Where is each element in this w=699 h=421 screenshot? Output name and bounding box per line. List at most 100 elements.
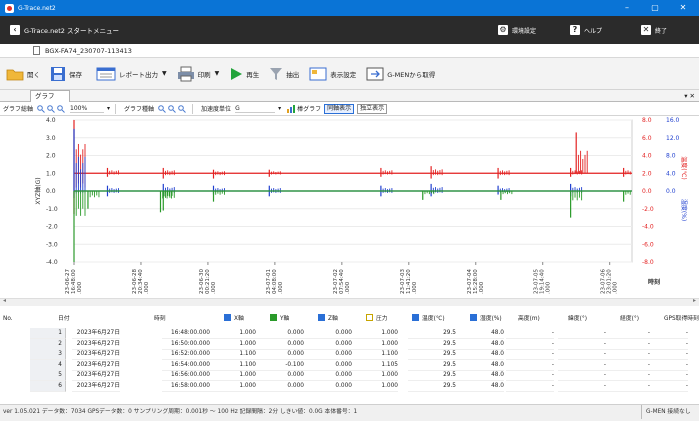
table-cell: 1.000: [350, 381, 398, 392]
table-row[interactable]: 4 2023年6月27日 16:54:00.000 1.100 -0.100 0.000 1…: [0, 359, 699, 371]
gmen-import-icon: [366, 67, 384, 80]
acceleration-chart[interactable]: 4.0 3.0 2.0 1.0 0.0 -1.0 -2.0 -3.0 -4.0 XYZ軸(G) 8.…: [0, 116, 699, 298]
table-row[interactable]: 1 2023年6月27日 16:48:00.000 1.000 0.000 0.000 1.…: [0, 328, 699, 339]
bar-graph-icon: [287, 104, 296, 113]
cell-text: 5: [58, 372, 62, 378]
table-row[interactable]: 5 2023年6月27日 16:56:00.000 1.000 0.000 0.000 1.…: [0, 370, 699, 381]
settings-label: 環境設定: [512, 27, 537, 35]
scroll-left-icon[interactable]: ◂: [3, 297, 6, 304]
exit-button[interactable]: ✕ 終了: [641, 16, 667, 44]
cell-text: 湿度(%): [480, 316, 502, 322]
series-checkbox[interactable]: [318, 314, 325, 321]
table-cell: 48.0: [456, 339, 504, 350]
zoom-reset-icon[interactable]: [57, 104, 65, 113]
table-row[interactable]: 2 2023年6月27日 16:50:00.000 1.000 0.000 0.000 1.…: [0, 338, 699, 350]
save-button[interactable]: 保存: [46, 62, 86, 86]
report-output-button[interactable]: レポート出力 ▼: [92, 62, 171, 86]
cell-text: -: [685, 330, 688, 336]
cell-text: 16:56:00.000: [171, 372, 210, 378]
file-tab[interactable]: BGX-FA74_230707-113413: [0, 44, 699, 58]
zoom-in-icon[interactable]: [37, 104, 45, 113]
tab-graph[interactable]: グラフ: [30, 90, 70, 102]
series-checkbox[interactable]: [412, 314, 419, 321]
y-left-tick-label: -2.0: [46, 224, 58, 231]
table-cell: 16:48:00.000: [162, 328, 210, 339]
cell-text: -: [685, 372, 688, 378]
breadcrumb[interactable]: G-Trace.net2 スタートメニュー: [24, 25, 119, 35]
cell-text: 29.5: [443, 340, 456, 347]
sync-display-button[interactable]: 同軸表示: [324, 103, 355, 114]
window-title: G-Trace.net2: [18, 4, 56, 12]
cell-text: 48.0: [491, 372, 504, 378]
column-header: 圧力: [366, 314, 388, 325]
table-cell: 2023年6月27日: [72, 360, 120, 371]
x-tick-label: .000: [278, 281, 284, 294]
horizontal-scrollbar[interactable]: ◂ ▸: [0, 297, 699, 306]
display-settings-button[interactable]: 表示設定: [305, 62, 360, 86]
table-cell: -: [506, 360, 554, 371]
y-left-axis-label: XYZ軸(G): [34, 177, 42, 204]
y-left-tick-label: -1.0: [46, 206, 58, 213]
dropdown-caret-icon[interactable]: ▼: [215, 70, 220, 77]
chevron-down-icon[interactable]: ▾: [107, 105, 110, 112]
table-cell: 48.0: [456, 381, 504, 392]
data-table: No. 日付 時刻 X軸 Y軸 Z軸 圧力 温度(℃) 湿度(%) 高度(m) 緯度(°) 経度(°)…: [0, 312, 699, 398]
table-cell: 1.100: [350, 349, 398, 360]
table-cell: 1: [30, 328, 66, 339]
cell-text: 16:58:00.000: [171, 382, 210, 389]
cell-text: 48.0: [491, 330, 504, 336]
axis-zoom-out-icon[interactable]: [168, 104, 176, 113]
cell-text: 1.000: [381, 330, 398, 336]
series-checkbox[interactable]: [366, 314, 373, 321]
settings-button[interactable]: ⚙ 環境設定: [498, 16, 536, 44]
gmen-import-button[interactable]: G-MENから取得: [362, 62, 439, 86]
scroll-right-icon[interactable]: ▸: [693, 297, 696, 304]
cell-text: 6: [58, 382, 62, 389]
cell-text: 圧力: [376, 316, 388, 322]
save-label: 保存: [69, 70, 82, 79]
axis-zoom-reset-icon[interactable]: [178, 104, 186, 113]
maximize-button[interactable]: ▢: [643, 0, 667, 16]
zoom-select[interactable]: 100%: [70, 105, 105, 113]
play-button[interactable]: 再生: [225, 62, 263, 86]
main-toolbar: 開く 保存 レポート出力 ▼ 印刷 ▼ 再生 抽出 表示設定 G-MENから取得: [0, 58, 699, 90]
extract-button[interactable]: 抽出: [265, 62, 303, 86]
table-row[interactable]: 3 2023年6月27日 16:52:00.000 1.100 0.000 0.000 1.…: [0, 349, 699, 360]
close-window-button[interactable]: ✕: [671, 0, 695, 16]
accel-unit-select[interactable]: G: [235, 105, 276, 113]
table-row[interactable]: 6 2023年6月27日 16:58:00.000 1.000 0.000 0.000 1.…: [0, 380, 699, 392]
cell-text: 温度(℃): [422, 316, 445, 322]
separate-display-button[interactable]: 独立表示: [357, 103, 388, 114]
column-header: 緯度(°): [568, 314, 587, 325]
x-tick-label: .000: [479, 281, 485, 294]
cell-text: -: [551, 330, 554, 336]
pane-options[interactable]: ▾ ✕: [684, 90, 695, 102]
all-axis-label: グラフ総軸: [3, 106, 34, 113]
chevron-down-icon[interactable]: ▾: [278, 105, 281, 112]
series-checkbox[interactable]: [470, 314, 477, 321]
table-cell: 0.000: [256, 339, 304, 350]
table-cell: 1.100: [208, 360, 256, 371]
cell-text: -: [685, 361, 688, 368]
table-cell: 1.000: [350, 370, 398, 381]
help-button[interactable]: ? ヘルプ: [570, 16, 602, 44]
gear-icon: ⚙: [498, 25, 508, 35]
table-cell: 16:58:00.000: [162, 381, 210, 392]
axis-zoom-in-icon[interactable]: [158, 104, 166, 113]
cell-text: -: [551, 351, 554, 357]
table-cell: 2023年6月27日: [72, 370, 120, 381]
series-checkbox[interactable]: [224, 314, 231, 321]
zoom-out-icon[interactable]: [47, 104, 55, 113]
status-bar: ver 1.05.021 データ数：7034 GPSデータ数：0 サンプリング周…: [0, 404, 699, 421]
bar-graph-button[interactable]: 棒グラフ: [287, 104, 321, 113]
dropdown-caret-icon[interactable]: ▼: [162, 70, 167, 77]
cell-text: 16:54:00.000: [171, 361, 210, 368]
y-right-temp-tick-label: 2.0: [642, 170, 652, 177]
print-button[interactable]: 印刷 ▼: [173, 62, 224, 86]
open-button[interactable]: 開く: [2, 62, 44, 86]
table-cell: -: [558, 339, 606, 350]
y-left-tick-label: -4.0: [46, 259, 58, 266]
back-arrow-icon[interactable]: ‹: [10, 25, 20, 35]
minimize-button[interactable]: –: [615, 0, 639, 16]
series-checkbox[interactable]: [270, 314, 277, 321]
